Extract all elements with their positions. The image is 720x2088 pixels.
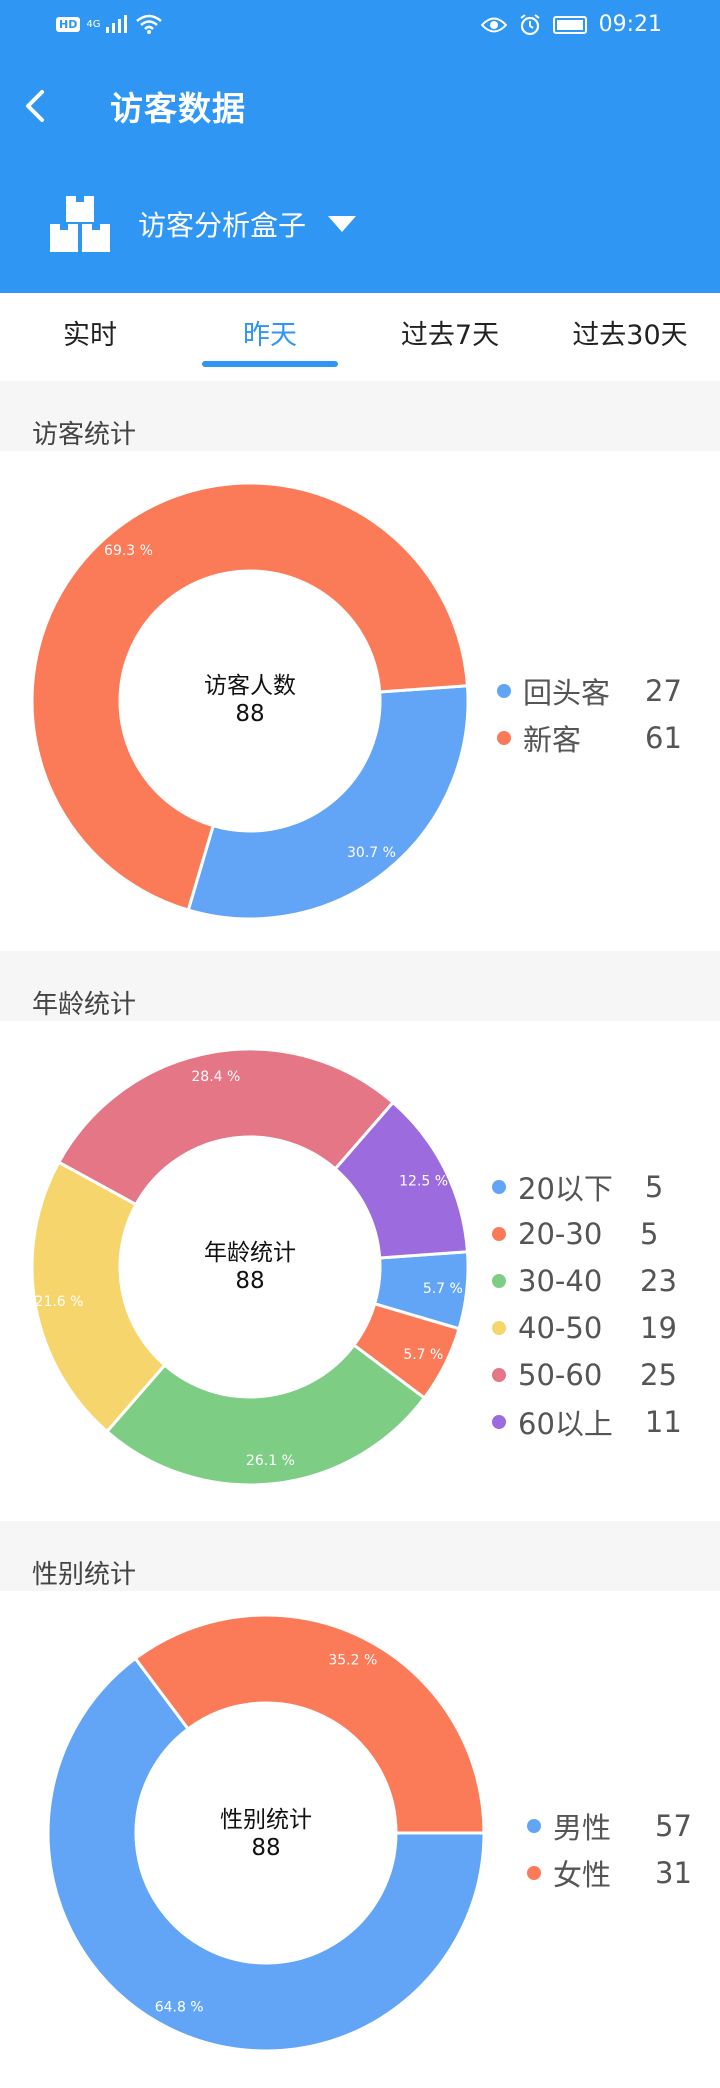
- status-left: HD 4G: [56, 14, 163, 34]
- gender-slice-label-1: 35.2 %: [328, 1653, 377, 1669]
- legend-value: 5: [640, 1216, 659, 1251]
- age-slice-label-4: 28.4 %: [191, 1069, 240, 1085]
- legend-label: 新客: [523, 722, 582, 757]
- device-selector[interactable]: 访客分析盒子: [50, 190, 357, 258]
- gender-section-header: 性别统计: [0, 1521, 720, 1591]
- tab-yesterday[interactable]: 昨天: [180, 293, 360, 381]
- gender-legend: 男性 57 女性 31: [527, 1802, 692, 1896]
- age-slice-label-2: 26.1 %: [246, 1453, 295, 1469]
- age-legend: 20以下 5 20-30 5 30-40 23 40-50 19 50-60 25 60以…: [492, 1163, 682, 1445]
- legend-label: 40-50: [518, 1310, 603, 1345]
- dropdown-triangle-icon: [328, 216, 357, 232]
- legend-item: 女性 31: [527, 1849, 692, 1896]
- legend-value: 27: [645, 673, 682, 708]
- legend-dot: [492, 1179, 506, 1194]
- hd-badge: HD: [56, 16, 81, 32]
- clock-time: 09:21: [598, 12, 662, 37]
- age-section-header: 年龄统计: [0, 951, 720, 1021]
- legend-label: 60以上: [518, 1406, 613, 1441]
- status-bar: HD 4G 09:21: [0, 0, 720, 52]
- legend-label: 20-30: [518, 1216, 603, 1251]
- legend-item: 40-50 19: [492, 1304, 682, 1351]
- legend-value: 25: [640, 1357, 677, 1392]
- wifi-icon: [136, 14, 163, 34]
- legend-label: 女性: [553, 1857, 612, 1892]
- legend-dot: [492, 1273, 506, 1288]
- legend-item: 60以上 11: [492, 1398, 682, 1445]
- back-button[interactable]: [16, 82, 56, 130]
- status-right: 09:21: [480, 12, 662, 37]
- age-slice-label-5: 12.5 %: [399, 1173, 448, 1189]
- age-slice-label-0: 5.7 %: [423, 1281, 463, 1297]
- legend-label: 男性: [553, 1810, 612, 1845]
- legend-item: 回头客 27: [497, 667, 682, 714]
- tab-realtime[interactable]: 实时: [0, 293, 180, 381]
- visitors-center: 访客人数 88: [150, 672, 350, 728]
- visitors-section-title: 访客统计: [32, 420, 137, 450]
- age-center-value: 88: [235, 1268, 265, 1294]
- legend-dot: [492, 1226, 506, 1241]
- gender-slice-label-0: 64.8 %: [155, 1999, 204, 2015]
- age-section-title: 年龄统计: [32, 990, 137, 1020]
- visitors-slice-label-0: 30.7 %: [347, 845, 396, 861]
- age-center-label: 年龄统计: [204, 1240, 296, 1266]
- tab-last-7-days[interactable]: 过去7天: [360, 293, 540, 381]
- network-label: 4G: [86, 18, 101, 30]
- visitors-panel: 30.7 % 69.3 % 访客人数 88 回头客 27 新客 61: [0, 451, 720, 951]
- eye-icon: [480, 17, 507, 32]
- legend-item: 30-40 23: [492, 1257, 682, 1304]
- visitors-section-header: 访客统计: [0, 381, 720, 451]
- legend-dot: [492, 1414, 506, 1429]
- legend-dot: [492, 1320, 506, 1335]
- gender-panel: 64.8 % 35.2 % 性别统计 88 男性 57 女性 31: [0, 1591, 720, 2088]
- legend-value: 23: [640, 1263, 677, 1298]
- legend-value: 11: [644, 1404, 682, 1439]
- legend-dot: [497, 730, 511, 745]
- age-slice-label-3: 21.6 %: [35, 1294, 84, 1310]
- legend-item: 新客 61: [497, 714, 682, 761]
- legend-value: 5: [644, 1169, 664, 1204]
- title-bar: 访客数据: [0, 70, 720, 142]
- legend-item: 50-60 25: [492, 1351, 682, 1398]
- tab-underline: [202, 361, 338, 367]
- legend-item: 20以下 5: [492, 1163, 682, 1210]
- battery-icon: [552, 15, 587, 34]
- visitors-center-label: 访客人数: [204, 673, 296, 699]
- legend-label: 50-60: [518, 1357, 603, 1392]
- tab-last-30-days[interactable]: 过去30天: [540, 293, 720, 381]
- legend-label: 回头客: [523, 675, 611, 710]
- legend-value: 61: [645, 720, 682, 755]
- age-slice-label-1: 5.7 %: [403, 1347, 443, 1363]
- legend-value: 57: [655, 1808, 692, 1843]
- page-title: 访客数据: [110, 89, 246, 128]
- alarm-icon: [519, 13, 540, 35]
- gender-slice-1: [133, 1613, 486, 1835]
- legend-value: 19: [640, 1310, 677, 1345]
- legend-item: 20-30 5: [492, 1210, 682, 1257]
- legend-dot: [527, 1818, 541, 1833]
- legend-dot: [492, 1367, 506, 1382]
- visitors-center-value: 88: [235, 701, 265, 727]
- gender-center-value: 88: [251, 1835, 281, 1861]
- date-tabs: 实时 昨天 过去7天 过去30天: [0, 293, 720, 381]
- gender-center: 性别统计 88: [166, 1806, 366, 1862]
- legend-item: 男性 57: [527, 1802, 692, 1849]
- chevron-left-icon: [26, 90, 44, 122]
- selector-label: 访客分析盒子: [138, 209, 307, 242]
- visitors-legend: 回头客 27 新客 61: [497, 667, 682, 761]
- gender-center-label: 性别统计: [220, 1807, 312, 1833]
- age-center: 年龄统计 88: [150, 1239, 350, 1295]
- legend-label: 20以下: [518, 1171, 613, 1206]
- legend-label: 30-40: [518, 1263, 603, 1298]
- age-panel: 5.7 % 5.7 % 26.1 % 21.6 % 28.4 % 12.5 % 年龄统计 …: [0, 1021, 720, 1521]
- legend-dot: [527, 1865, 541, 1880]
- legend-value: 31: [655, 1855, 692, 1890]
- signal-icon: [106, 15, 128, 33]
- visitors-slice-label-1: 69.3 %: [104, 543, 153, 559]
- boxes-icon: [50, 196, 110, 252]
- app-header: HD 4G 09:21 访客数据 访客分析盒子: [0, 0, 720, 293]
- gender-section-title: 性别统计: [32, 1560, 137, 1590]
- legend-dot: [497, 683, 511, 698]
